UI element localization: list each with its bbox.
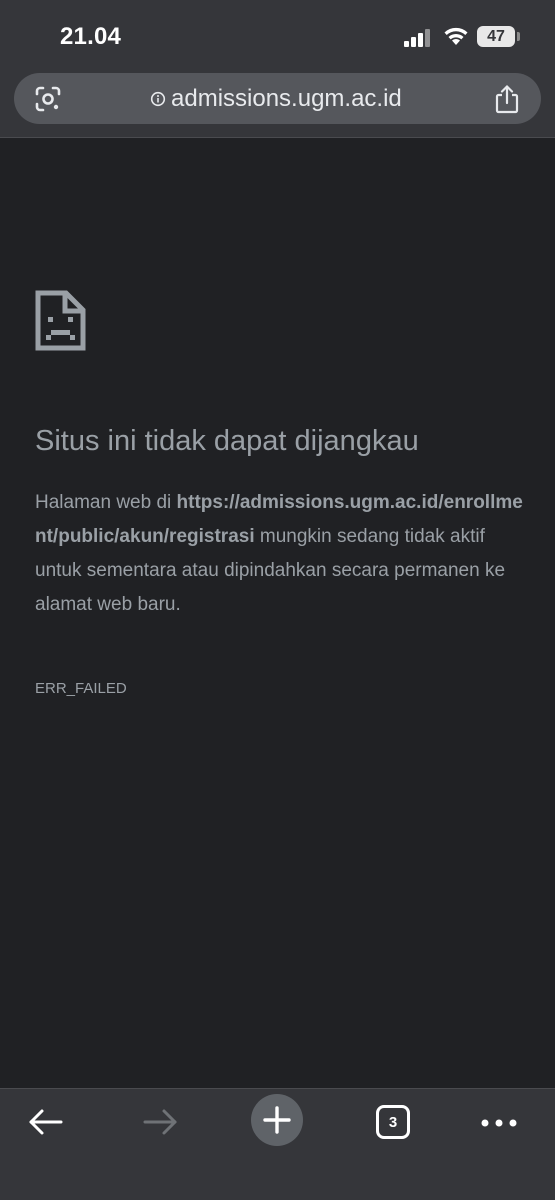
info-icon[interactable] [150,91,166,107]
more-horizontal-icon[interactable] [481,1118,517,1128]
status-time: 21.04 [60,23,122,50]
wifi-icon [444,27,468,45]
browser-top-chrome: 21.04 47 admissions.ugm.ac.id [0,0,555,138]
lens-icon[interactable] [34,85,62,113]
url-display[interactable]: admissions.ugm.ac.id [150,73,402,124]
url-text[interactable]: admissions.ugm.ac.id [171,85,402,113]
error-title: Situs ini tidak dapat dijangkau [35,425,419,457]
new-tab-button[interactable] [251,1094,303,1146]
error-code: ERR_FAILED [35,680,127,697]
status-bar: 21.04 47 [0,0,555,70]
arrow-right-icon[interactable] [142,1108,178,1136]
cellular-signal-icon [404,27,434,47]
url-bar[interactable]: admissions.ugm.ac.id [14,73,541,124]
share-icon[interactable] [494,84,520,114]
arrow-left-icon[interactable] [28,1108,64,1136]
tabs-button[interactable]: 3 [376,1105,410,1139]
plus-icon [263,1106,291,1134]
bottom-toolbar: 3 [0,1088,555,1200]
battery-indicator: 47 [477,26,515,47]
error-description-prefix: Halaman web di [35,492,177,513]
sad-document-icon [35,290,86,351]
error-description: Halaman web di https://admissions.ugm.ac… [35,486,525,622]
battery-tip [517,32,520,41]
